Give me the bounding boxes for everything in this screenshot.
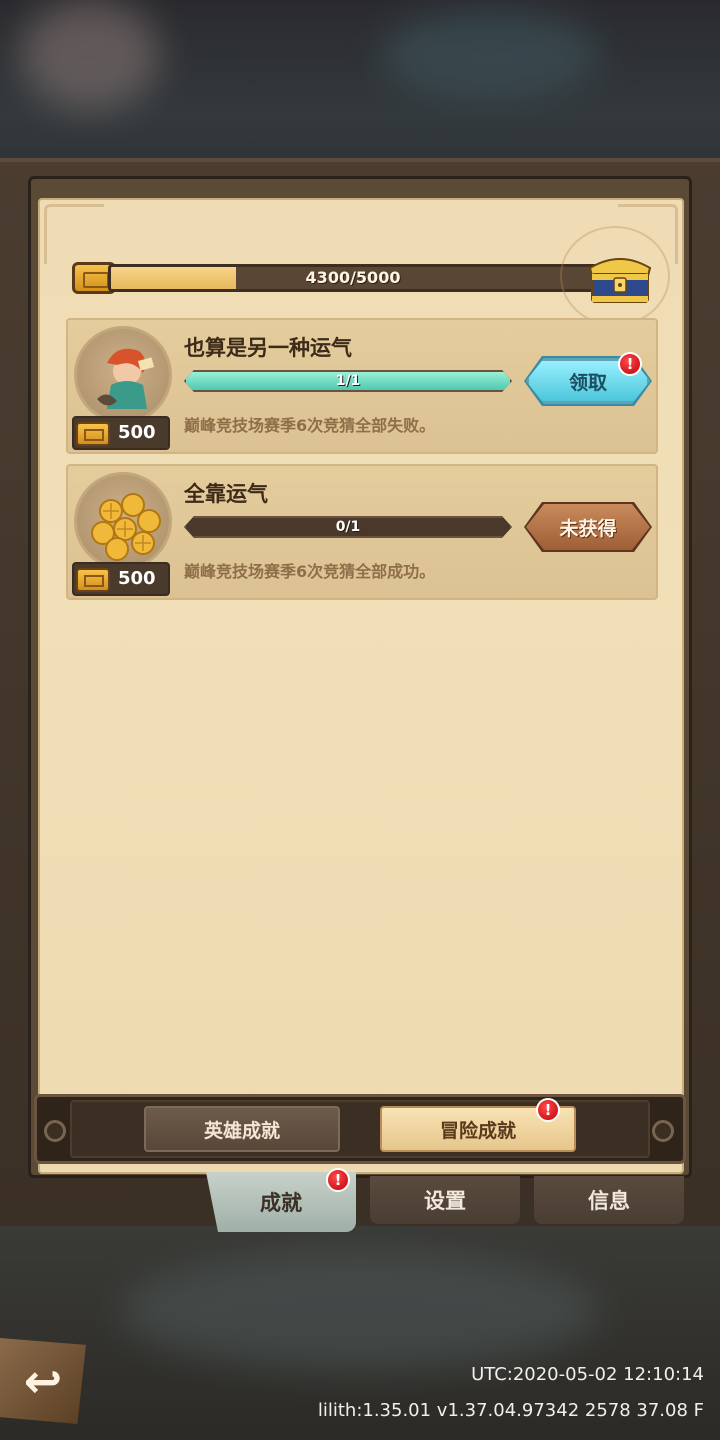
achievement-progress-bar: 1/1 (184, 370, 512, 392)
achievement-title: 也算是另一种运气 (184, 336, 352, 360)
treasure-chest-icon (588, 258, 652, 303)
achievement-card: 也算是另一种运气 1/1 巅峰竞技场赛季6次竞猜全部失败。 500 领取 ! (66, 318, 658, 454)
ticket-icon (76, 568, 110, 592)
back-arrow-icon: ↩ (23, 1354, 63, 1408)
treasure-chest-icon[interactable] (584, 248, 656, 306)
not-obtained-button[interactable]: 未获得 (526, 504, 650, 550)
corner-ornament (44, 204, 104, 264)
bolt-ornament (652, 1120, 674, 1142)
achievement-description: 巅峰竞技场赛季6次竞猜全部失败。 (184, 416, 436, 435)
total-progress-label: 4300/5000 (305, 268, 401, 287)
achievement-progress-bar: 0/1 (184, 516, 512, 538)
back-button[interactable]: ↩ (0, 1338, 86, 1424)
utc-timestamp: UTC:2020-05-02 12:10:14 (471, 1364, 704, 1385)
achievement-description: 巅峰竞技场赛季6次竞猜全部成功。 (184, 562, 436, 581)
bolt-ornament (44, 1120, 66, 1142)
tab-settings[interactable]: 设置 (370, 1176, 520, 1224)
notification-badge: ! (326, 1168, 350, 1192)
reward-amount: 500 (72, 562, 170, 596)
achievement-progress-label: 0/1 (335, 519, 361, 535)
subtab-hero-achievements[interactable]: 英雄成就 (144, 1106, 340, 1152)
gold-coins-icon (91, 493, 161, 561)
total-progress-bar: 4300/5000 (108, 264, 598, 292)
ticket-icon (76, 422, 110, 446)
reward-value: 500 (118, 422, 156, 443)
achievement-progress-label: 1/1 (335, 373, 361, 389)
reward-value: 500 (118, 568, 156, 589)
achievement-icon (74, 472, 172, 570)
background-blur (120, 1250, 600, 1370)
notification-badge: ! (618, 352, 642, 376)
background-blur (20, 0, 160, 110)
version-info: lilith:1.35.01 v1.37.04.97342 2578 37.08… (317, 1400, 704, 1421)
achievement-icon (74, 326, 172, 424)
tab-info[interactable]: 信息 (534, 1176, 684, 1224)
notification-badge: ! (536, 1098, 560, 1122)
background-blur (380, 10, 600, 100)
achievement-card: 全靠运气 0/1 巅峰竞技场赛季6次竞猜全部成功。 500 未获得 (66, 464, 658, 600)
reward-amount: 500 (72, 416, 170, 450)
achievement-title: 全靠运气 (184, 482, 268, 506)
hero-portrait-icon (97, 348, 155, 409)
